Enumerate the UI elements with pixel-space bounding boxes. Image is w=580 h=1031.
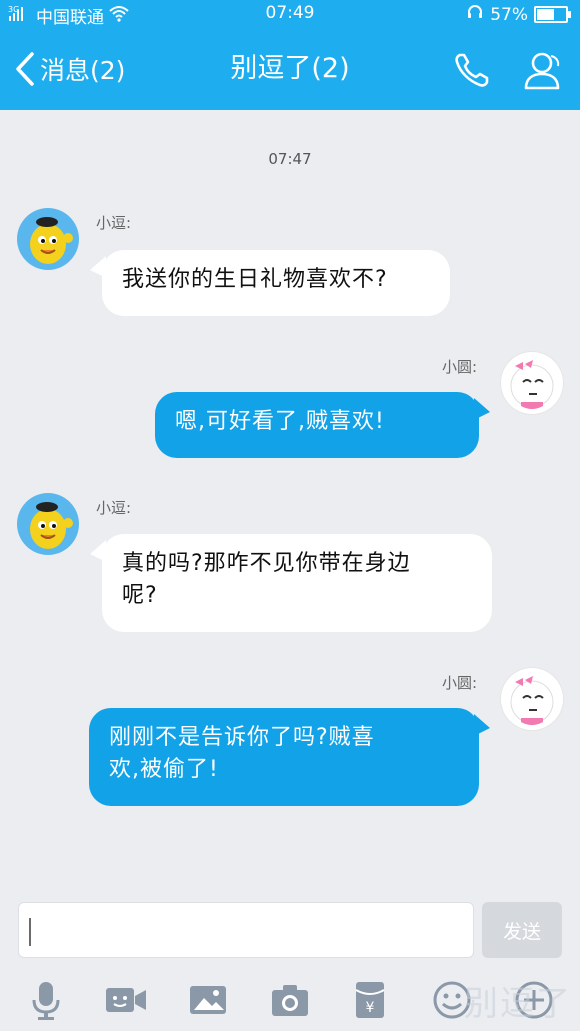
message-text-line: 呢? <box>122 583 158 608</box>
page-title: 别逗了(2) <box>0 44 580 94</box>
microphone-icon <box>32 982 60 1020</box>
message-text: 嗯,可好看了,贼喜欢! <box>175 409 385 434</box>
message-bubble-incoming[interactable]: 我送你的生日礼物喜欢不? <box>102 250 450 316</box>
sender-name: 小圆: <box>442 674 478 692</box>
message-bubble-incoming[interactable]: 真的吗?那咋不见你带在身边 呢? <box>102 534 492 632</box>
camera-button[interactable] <box>268 978 312 1022</box>
sender-name: 小圆: <box>442 358 478 376</box>
message-text: 我送你的生日礼物喜欢不? <box>122 267 388 292</box>
call-button[interactable] <box>452 50 492 90</box>
avatar-xiaoyuan[interactable] <box>501 668 563 730</box>
video-icon <box>106 988 146 1012</box>
cartoon-avatar-icon <box>30 502 73 549</box>
send-button[interactable]: 发送 <box>482 902 562 958</box>
message-input[interactable] <box>18 902 474 958</box>
cartoon-avatar-icon <box>30 217 73 264</box>
red-packet-icon: ¥ <box>355 982 385 1018</box>
nav-bar: 消息(2) 别逗了(2) <box>0 44 580 94</box>
battery-level <box>537 9 555 20</box>
group-profile-button[interactable] <box>520 48 564 92</box>
avatar-xiaodou[interactable] <box>17 493 79 555</box>
input-toolbar: ¥ 别逗了 <box>0 970 580 1031</box>
top-bar: 3G 中国联通 07:49 57% 消息(2) 别逗了(2) <box>0 0 580 110</box>
chat-area[interactable]: 07:47 小逗: 我送你的生日礼物喜欢不? 小圆: 嗯,可好看了,贼喜欢! 小… <box>0 110 580 895</box>
image-icon <box>190 986 226 1014</box>
watermark: 别逗了 <box>464 984 572 1024</box>
video-button[interactable] <box>104 978 148 1022</box>
message-bubble-outgoing[interactable]: 刚刚不是告诉你了吗?贼喜 欢,被偷了! <box>89 708 479 806</box>
red-packet-button[interactable]: ¥ <box>348 978 392 1022</box>
headset-icon <box>466 3 484 26</box>
sender-name: 小逗: <box>96 499 132 517</box>
phone-icon <box>455 53 489 87</box>
composer: 发送 <box>0 900 580 962</box>
avatar-xiaodou[interactable] <box>17 208 79 270</box>
battery-icon <box>534 6 571 23</box>
message-text-line: 刚刚不是告诉你了吗?贼喜 <box>109 725 375 750</box>
voice-button[interactable] <box>24 978 68 1022</box>
message-bubble-outgoing[interactable]: 嗯,可好看了,贼喜欢! <box>155 392 479 458</box>
message-text-line: 真的吗?那咋不见你带在身边 <box>122 551 411 576</box>
message-text-line: 欢,被偷了! <box>109 757 219 782</box>
sender-name: 小逗: <box>96 214 132 232</box>
chat-timestamp: 07:47 <box>268 150 312 168</box>
avatar-xiaoyuan[interactable] <box>501 352 563 414</box>
image-button[interactable] <box>186 978 230 1022</box>
chat-title: 别逗了(2) <box>230 53 350 84</box>
camera-icon <box>272 985 308 1016</box>
svg-text:¥: ¥ <box>366 1000 375 1016</box>
text-caret <box>29 918 31 946</box>
status-bar: 3G 中国联通 07:49 57% <box>0 0 580 28</box>
battery-percent: 57% <box>490 4 528 25</box>
cartoon-girl-avatar-icon <box>510 360 554 409</box>
profile-icon <box>524 52 560 90</box>
cartoon-girl-avatar-icon <box>510 676 554 725</box>
